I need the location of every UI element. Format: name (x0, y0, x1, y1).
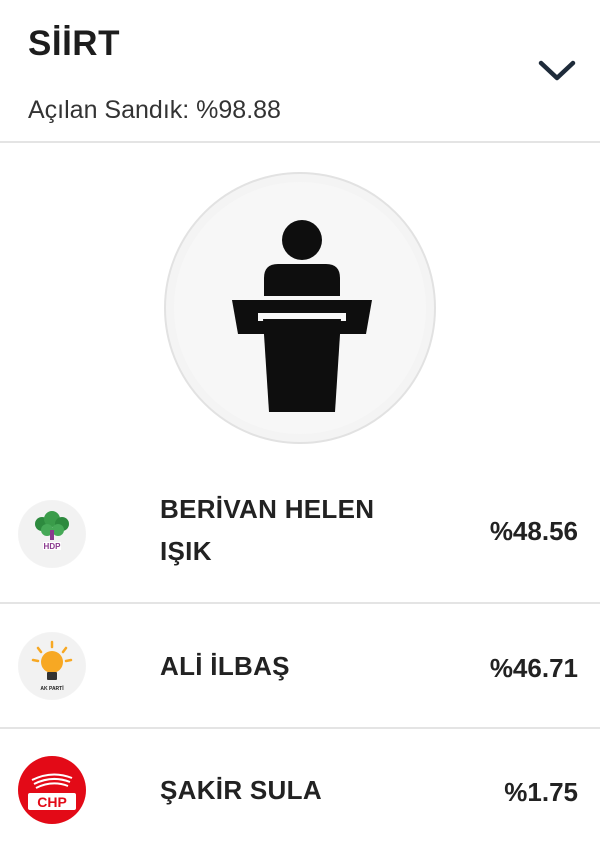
chp-logo-icon: CHP (18, 756, 86, 824)
opened-ballot-box-label: Açılan Sandık: %98.88 (28, 96, 281, 124)
candidate-name-line1: BERİVAN HELEN (160, 494, 375, 524)
candidate-row: HDP BERİVAN HELEN IŞIK %48.56 (0, 470, 600, 604)
candidate-percentage: %46.71 (489, 653, 578, 683)
hdp-logo-icon: HDP (18, 500, 86, 568)
candidate-percentage: %1.75 (504, 777, 578, 807)
candidate-name: ŞAKİR SULA (160, 775, 322, 805)
podium-speaker-icon (164, 172, 436, 444)
candidate-name-line2: IŞIK (160, 536, 212, 566)
akp-logo-icon: AK PARTİ (18, 632, 86, 700)
candidate-row: CHP ŞAKİR SULA %1.75 (0, 729, 600, 859)
candidate-name: BERİVAN HELEN IŞIK (160, 488, 374, 572)
svg-text:CHP: CHP (37, 794, 67, 810)
candidate-name: ALİ İLBAŞ (160, 651, 290, 681)
svg-text:AK PARTİ: AK PARTİ (40, 685, 64, 692)
candidate-percentage: %48.56 (489, 516, 578, 546)
candidate-row: AK PARTİ ALİ İLBAŞ %46.71 (0, 604, 600, 729)
city-header: SİİRT Açılan Sandık: %98.88 (0, 0, 600, 143)
chevron-down-icon[interactable] (535, 54, 579, 88)
svg-text:HDP: HDP (44, 542, 62, 551)
city-title: SİİRT (28, 24, 120, 63)
